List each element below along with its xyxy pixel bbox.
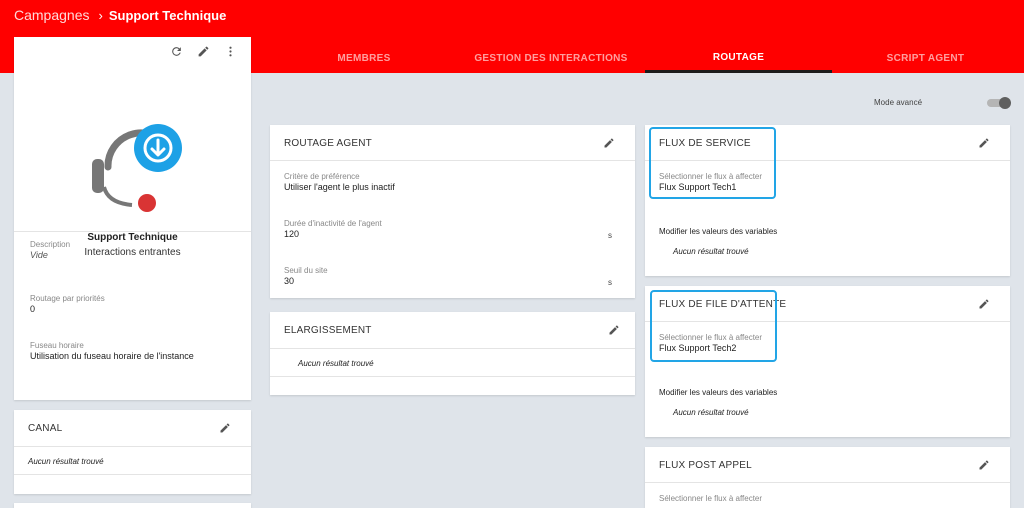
- divider: [14, 474, 251, 475]
- advanced-mode-toggle[interactable]: [985, 97, 1011, 109]
- avatar: [86, 119, 196, 214]
- site-threshold-unit: s: [608, 278, 612, 287]
- flux-file-empty: Aucun résultat trouvé: [673, 408, 749, 417]
- divider: [14, 231, 251, 232]
- toggle-knob: [999, 97, 1011, 109]
- canal-empty: Aucun résultat trouvé: [28, 457, 104, 466]
- canal-title: CANAL: [28, 423, 63, 434]
- pencil-icon[interactable]: [197, 45, 210, 58]
- highlight-box: [649, 127, 776, 199]
- routage-agent-card: ROUTAGE AGENT Critère de préférence Util…: [270, 125, 635, 298]
- card-header: ROUTAGE AGENT: [270, 125, 635, 161]
- elargissement-card: ELARGISSEMENT Aucun résultat trouvé: [270, 312, 635, 395]
- preference-value: Utiliser l'agent le plus inactif: [284, 182, 395, 192]
- priority-routing-label: Routage par priorités: [30, 294, 105, 303]
- refresh-icon[interactable]: [170, 45, 183, 58]
- breadcrumb-campagnes[interactable]: Campagnes: [14, 7, 90, 23]
- card-header: ELARGISSEMENT: [270, 312, 635, 349]
- preference-label: Critère de préférence: [284, 172, 360, 181]
- timezone-value: Utilisation du fuseau horaire de l'insta…: [30, 351, 194, 361]
- profile-card: Support Technique Interactions entrantes…: [14, 37, 251, 400]
- pencil-icon[interactable]: [978, 459, 990, 471]
- profile-actions: [170, 45, 237, 58]
- elargissement-empty: Aucun résultat trouvé: [298, 359, 374, 368]
- divider: [270, 376, 635, 377]
- tab-script-agent[interactable]: SCRIPT AGENT: [832, 44, 1019, 73]
- routage-agent-title: ROUTAGE AGENT: [284, 138, 372, 149]
- pencil-icon[interactable]: [978, 298, 990, 310]
- tab-routage[interactable]: ROUTAGE: [645, 44, 832, 73]
- headset-icon: [92, 124, 182, 212]
- flux-post-card: FLUX POST APPEL Sélectionner le flux à a…: [645, 447, 1010, 508]
- pencil-icon[interactable]: [603, 137, 615, 149]
- highlight-box: [650, 290, 777, 362]
- description-value: Vide: [30, 250, 48, 260]
- site-threshold-label: Seuil du site: [284, 266, 328, 275]
- pencil-icon[interactable]: [978, 137, 990, 149]
- flux-post-title: FLUX POST APPEL: [659, 460, 752, 471]
- timezone-label: Fuseau horaire: [30, 341, 84, 350]
- tab-gestion-interactions[interactable]: GESTION DES INTERACTIONS: [451, 44, 651, 73]
- tab-membres[interactable]: MEMBRES: [251, 44, 477, 73]
- more-vert-icon[interactable]: [224, 45, 237, 58]
- pencil-icon[interactable]: [219, 422, 231, 434]
- card-header: CANAL: [14, 410, 251, 447]
- next-card: [14, 503, 251, 508]
- inactivity-value: 120: [284, 229, 300, 239]
- canal-card: CANAL Aucun résultat trouvé: [14, 410, 251, 494]
- pencil-icon[interactable]: [608, 324, 620, 336]
- advanced-mode-label: Mode avancé: [874, 98, 923, 107]
- breadcrumb-current: Support Technique: [108, 7, 227, 23]
- elargissement-title: ELARGISSEMENT: [284, 325, 372, 336]
- flux-post-select-label: Sélectionner le flux à affecter: [659, 494, 763, 503]
- tab-bar: MEMBRES GESTION DES INTERACTIONS ROUTAGE…: [251, 44, 1024, 73]
- description-label: Description: [30, 240, 71, 249]
- chevron-right-icon: ›: [98, 7, 103, 23]
- site-threshold-value: 30: [284, 276, 295, 286]
- inactivity-label: Durée d'inactivité de l'agent: [284, 219, 382, 228]
- inactivity-unit: s: [608, 231, 612, 240]
- breadcrumb: Campagnes › Support Technique: [14, 7, 226, 23]
- priority-routing-value: 0: [30, 304, 36, 314]
- flux-service-empty: Aucun résultat trouvé: [673, 247, 749, 256]
- flux-file-vars-label: Modifier les valeurs des variables: [659, 388, 778, 397]
- flux-service-vars-label: Modifier les valeurs des variables: [659, 227, 778, 236]
- card-header: FLUX POST APPEL: [645, 447, 1010, 483]
